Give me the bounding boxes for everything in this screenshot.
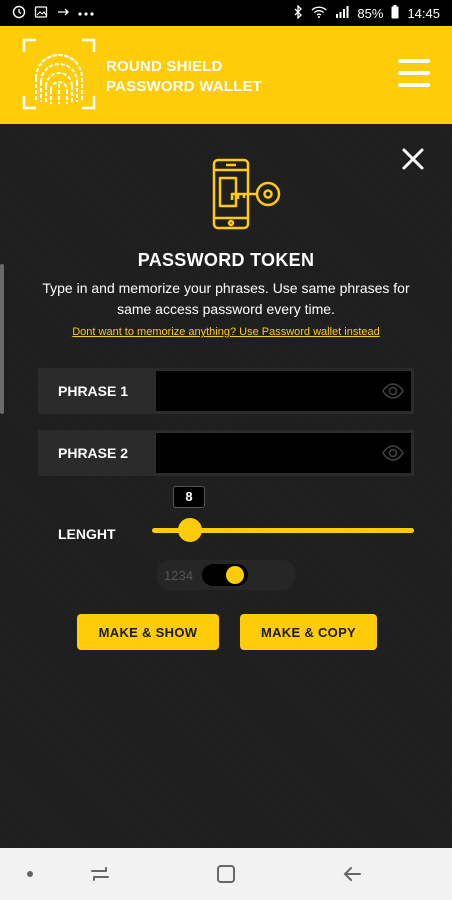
scroll-indicator [0, 264, 4, 414]
length-value-bubble: 8 [173, 486, 205, 508]
clock: 14:45 [407, 5, 440, 21]
recent-apps-icon[interactable] [88, 862, 112, 886]
hamburger-line [398, 59, 430, 63]
more-dots-icon [78, 6, 94, 20]
back-icon[interactable] [340, 862, 364, 886]
length-label: LENGHT [58, 526, 116, 542]
make-copy-button[interactable]: MAKE & COPY [240, 614, 377, 650]
phrase1-row: PHRASE 1 [38, 368, 414, 414]
password-wallet-link[interactable]: Dont want to memorize anything? Use Pass… [0, 326, 452, 338]
phrase2-label: PHRASE 2 [58, 445, 129, 461]
length-slider-thumb[interactable] [178, 518, 202, 542]
page-description: Type in and memorize your phrases. Use s… [42, 280, 410, 317]
close-icon[interactable] [400, 146, 426, 172]
sync-icon [56, 5, 70, 22]
hamburger-menu-icon[interactable] [398, 59, 430, 87]
image-icon [34, 5, 48, 22]
page-title: PASSWORD TOKEN [137, 250, 315, 270]
wifi-icon [311, 5, 327, 21]
password-token-panel: PASSWORD TOKEN Type in and memorize your… [0, 124, 452, 848]
eye-icon[interactable] [382, 382, 404, 400]
numbers-toggle-label: 1234 [164, 568, 193, 583]
nav-dot-icon[interactable] [27, 871, 33, 877]
timer-icon [12, 5, 26, 22]
app-title-line1: ROUND SHIELD [106, 58, 223, 75]
hamburger-line [398, 83, 430, 87]
make-show-button[interactable]: MAKE & SHOW [77, 614, 219, 650]
system-nav-bar [0, 848, 452, 900]
numbers-toggle[interactable] [202, 564, 248, 586]
app-header: ROUND SHIELD PASSWORD WALLET [0, 26, 452, 124]
bluetooth-icon [293, 3, 303, 22]
toggle-knob [226, 566, 244, 584]
phrase1-label: PHRASE 1 [58, 383, 129, 399]
status-icons-right: 85% 14:45 [293, 3, 440, 22]
home-icon[interactable] [214, 862, 238, 886]
battery-icon [391, 4, 399, 22]
app-title-line2: PASSWORD WALLET [106, 78, 263, 95]
app-title: ROUND SHIELD PASSWORD WALLET [106, 57, 262, 97]
status-bar: 85% 14:45 [0, 0, 452, 26]
phrase1-input[interactable] [156, 371, 411, 411]
signal-icon [335, 5, 349, 21]
phone-key-icon [210, 158, 286, 232]
battery-percent: 85% [357, 5, 384, 21]
hamburger-line [398, 71, 430, 75]
status-icons-left [12, 5, 94, 22]
numbers-toggle-row: 1234 [156, 560, 296, 590]
phrase2-input[interactable] [156, 433, 411, 473]
fingerprint-icon [22, 38, 96, 110]
phrase2-row: PHRASE 2 [38, 430, 414, 476]
eye-icon[interactable] [382, 444, 404, 462]
